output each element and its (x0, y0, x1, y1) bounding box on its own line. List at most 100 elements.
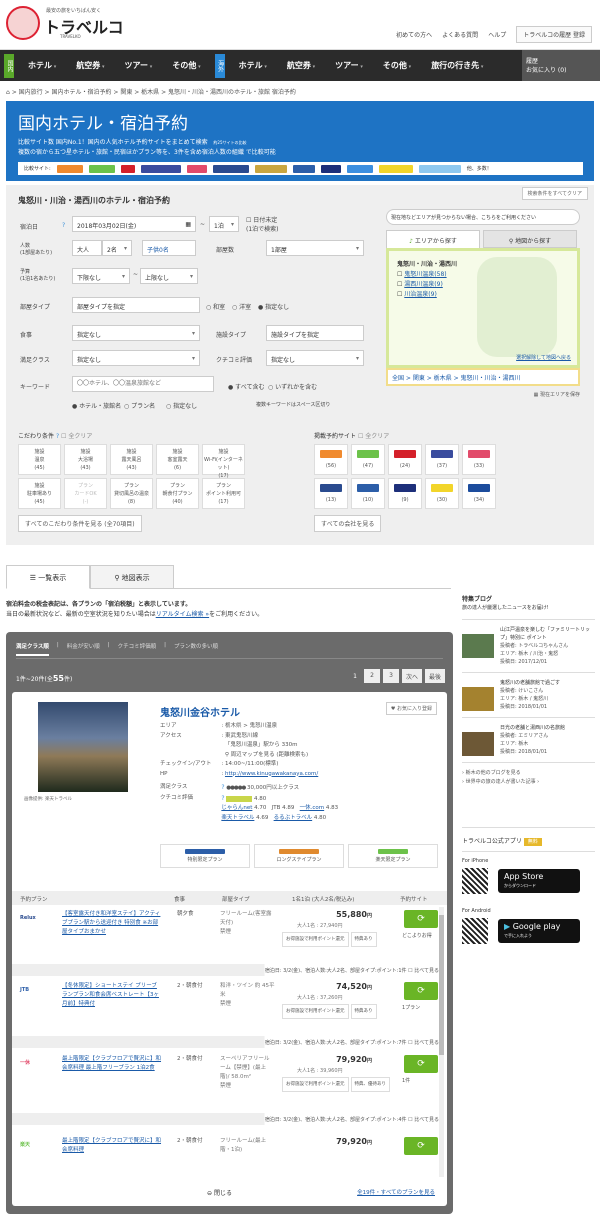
blog-article[interactable]: 鬼怒川の老舗旅館で過ごす 投稿者: けいこさん エリア: 栃木 / 鬼怒川 投稿日: … (462, 672, 595, 717)
close-button[interactable]: ⊖ 閉じる (207, 1188, 232, 1197)
nav-destinations[interactable]: 旅行の行き先 (421, 60, 493, 71)
sort-price[interactable]: 料金が安い順 (67, 642, 100, 656)
condition-item[interactable]: 施設 大浴場 (43) (64, 444, 107, 475)
google-play-button[interactable]: ▶ Google play で手に入れよう (498, 919, 580, 943)
more-blogs-link[interactable]: › 栃木の他のブログを見る (462, 769, 595, 778)
go-to-site-button[interactable]: ⟳ (404, 1055, 438, 1073)
condition-item[interactable]: プラン カードOK (-) (64, 478, 107, 509)
go-to-site-button[interactable]: ⟳ (404, 982, 438, 1000)
condition-item[interactable]: 施設 温泉 (45) (18, 444, 61, 475)
condition-item[interactable]: 施設 Wi-Fi(インターネット) (17) (202, 444, 245, 479)
help-icon[interactable]: ? (62, 222, 65, 229)
nights-select[interactable]: 1泊 (209, 216, 239, 232)
app-store-button[interactable]: App Store からダウンロード (498, 869, 580, 893)
keyword-input[interactable] (72, 376, 214, 392)
plan-footer[interactable]: 宿泊日: 3/2(金)、宿泊人数:大人2名、部屋タイプ:ポイント:4件 ☐ 比べ… (12, 1113, 447, 1125)
condition-item[interactable]: プラン 朝食付プラン (40) (156, 478, 199, 509)
blog-article[interactable]: 日光の老舗と湯西川の名旅館 投稿者: エミリアさん エリア: 栃木 投稿日: 2018… (462, 717, 595, 762)
page-next[interactable]: 次へ (402, 669, 422, 683)
nav-overseas-hotel[interactable]: ホテル (229, 60, 277, 71)
site-filter-item[interactable]: (34) (462, 478, 496, 509)
conditions-clear[interactable]: ☐ 全クリア (61, 433, 92, 440)
nav-overseas-other[interactable]: その他 (373, 60, 421, 71)
room-radio-western[interactable]: ○ 洋室 (232, 302, 251, 311)
map-link[interactable]: ⚲ 周辺マップを見る (距離検索も) (225, 752, 308, 758)
plan-button-rakuten[interactable]: 楽天限定プラン (348, 844, 438, 868)
plan-name-link[interactable]: 最上階限定【クラブフロアで贅沢に】和会席料理 (62, 1137, 162, 1155)
save-area-button[interactable]: ▦ 現在エリアを保存 (386, 391, 580, 398)
nav-overseas-tour[interactable]: ツアー (325, 60, 373, 71)
date-undecided-checkbox[interactable]: ☐ 日付未定 (1泊で検索) (246, 215, 279, 233)
condition-item[interactable]: 施設 露天風呂 (43) (110, 444, 153, 475)
nav-domestic-other[interactable]: その他 (162, 60, 210, 71)
nav-domestic-hotel[interactable]: ホテル (18, 60, 66, 71)
sites-clear[interactable]: ☐ 全クリア (358, 433, 389, 440)
favorite-button[interactable]: ♥ お気に入り登録 (385, 702, 437, 715)
area-checkbox-kinugawa[interactable]: ☐ 鬼怒川温泉(58) (397, 270, 569, 280)
tab-map[interactable]: ⚲ 地図から探す (483, 230, 577, 248)
plan-name-link[interactable]: 【客室露天付き和洋室ステイ】アクティブプラン駅から送迎付き 特別食 ※お部屋タイ… (62, 910, 162, 937)
plan-name-link[interactable]: 【冬休限定】ショートステイ プリーブランプラン和食会席ベストレート【3ヶ月前】特… (62, 982, 162, 1009)
site-filter-item[interactable]: (10) (351, 478, 385, 509)
site-filter-item[interactable]: (30) (425, 478, 459, 509)
keyword-all-radio[interactable]: ● すべて含む (228, 382, 265, 391)
site-filter-item[interactable]: (47) (351, 444, 385, 475)
room-radio-japanese[interactable]: ○ 和室 (206, 302, 225, 311)
hotel-photo[interactable] (38, 702, 128, 792)
tab-area[interactable]: ♪ エリアから探す (386, 230, 480, 248)
hotel-name-link[interactable]: 鬼怒川金谷ホテル (160, 704, 240, 719)
site-filter-item[interactable]: (37) (425, 444, 459, 475)
plan-button-longstay[interactable]: ロングステイプラン (254, 844, 344, 868)
room-radio-any[interactable]: ● 指定なし (258, 302, 289, 311)
more-conditions-button[interactable]: すべてのこだわり条件を見る (全70項目) (18, 515, 142, 532)
tab-map-view[interactable]: ⚲ 地図表示 (90, 565, 174, 589)
go-to-site-button[interactable]: ⟳ (404, 910, 438, 928)
condition-item[interactable]: 施設 駐車場あり (45) (18, 478, 61, 509)
nav-overseas-air[interactable]: 航空券 (277, 60, 325, 71)
rating-select[interactable]: 指定なし (266, 350, 364, 366)
rooms-select[interactable]: 1部屋 (266, 240, 364, 256)
tab-list-view[interactable]: ☰ 一覧表示 (6, 565, 90, 589)
budget-min-select[interactable]: 下限なし (72, 268, 130, 284)
breadcrumb[interactable]: ⌂ > 国内旅行 > 国内ホテル・宿泊予約 > 関東 > 栃木県 > 鬼怒川・川… (6, 87, 296, 96)
sort-plans[interactable]: プラン数の多い順 (174, 642, 218, 656)
class-select[interactable]: 指定なし (72, 350, 200, 366)
plan-footer[interactable]: 宿泊日: 3/2(金)、宿泊人数:大人2名、部屋タイプ:ポイント:7件 ☐ 比べ… (12, 1036, 447, 1048)
target-hotel-radio[interactable]: ● ホテル・旅館名 (72, 401, 121, 410)
site-filter-item[interactable]: (33) (462, 444, 496, 475)
target-plan-radio[interactable]: ○ プラン名 (124, 401, 155, 410)
facility-input[interactable]: 施設タイプを指定 (266, 325, 364, 341)
area-back-link[interactable]: 選択解除して地図へ戻る (516, 354, 571, 361)
faq-link[interactable]: よくある質問 (442, 30, 478, 39)
more-sites-button[interactable]: すべての会社を見る (314, 515, 382, 532)
plan-name-link[interactable]: 最上階限定【クラブフロアで贅沢に】和会席料理 最上階フリープラン 1泊2食 (62, 1055, 162, 1073)
beginner-link[interactable]: 初めての方へ (396, 30, 432, 39)
site-filter-item[interactable]: (24) (388, 444, 422, 475)
site-filter-item[interactable]: (56) (314, 444, 348, 475)
plan-button-special[interactable]: 特別限定プラン (160, 844, 250, 868)
logo[interactable]: トラベルコ (44, 14, 124, 38)
nav-domestic-air[interactable]: 航空券 (66, 60, 114, 71)
calendar-icon[interactable]: ▦ (185, 221, 191, 228)
page-3[interactable]: 3 (383, 669, 399, 683)
condition-item[interactable]: プラン ポイント利用可 (17) (202, 478, 245, 509)
sort-rating[interactable]: クチコミ評価順 (118, 642, 157, 656)
condition-item[interactable]: 施設 客室露天 (6) (156, 444, 199, 475)
go-to-site-button[interactable]: ⟳ (404, 1137, 438, 1155)
all-plans-link[interactable]: 全19件・すべてのプランを見る (357, 1188, 435, 1196)
history-register-button[interactable]: トラベルコの履歴 登録 (516, 26, 592, 43)
budget-max-select[interactable]: 上限なし (140, 268, 198, 284)
world-blogs-link[interactable]: › 世界中の旅の達人が書いた記事 › (462, 778, 595, 787)
adult-count-select[interactable]: 2名 (102, 240, 132, 256)
area-checkbox-yunishigawa[interactable]: ☐ 湯西川温泉(9) (397, 280, 569, 290)
area-checkbox-kawaji[interactable]: ☐ 川治温泉(9) (397, 290, 569, 300)
page-2[interactable]: 2 (364, 669, 380, 683)
site-filter-item[interactable]: (9) (388, 478, 422, 509)
sort-class[interactable]: 満足クラス順 (16, 642, 49, 656)
blog-article[interactable]: 山江戸温泉を楽しむ「ファミリートリップ」特別に ポイント 投稿者: トラベルコちゃ… (462, 619, 595, 672)
clear-all-button[interactable]: 検索条件をすべてクリア (521, 187, 588, 200)
plans-scrollbar[interactable] (439, 907, 444, 1177)
site-filter-item[interactable]: (13) (314, 478, 348, 509)
plan-footer[interactable]: 宿泊日: 3/2(金)、宿泊人数:大人2名、部屋タイプ:ポイント:1件 ☐ 比べ… (12, 964, 447, 976)
area-hint-button[interactable]: 現在地などエリアが見つからない場合、こちらをご利用ください (386, 209, 580, 225)
